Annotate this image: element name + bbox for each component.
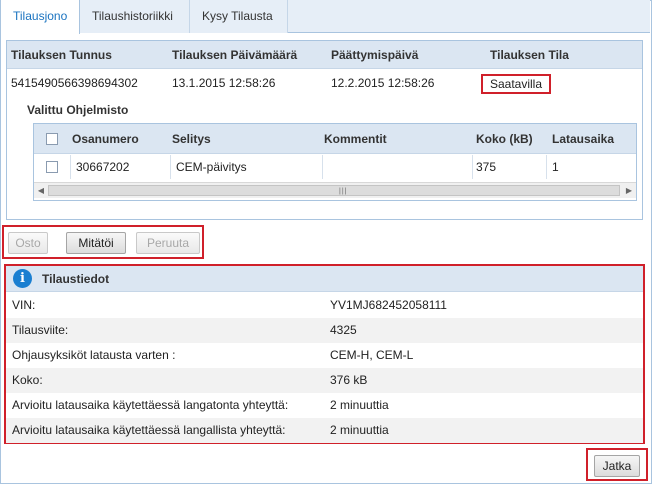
grip-icon: |||	[339, 188, 348, 195]
column-order-status[interactable]: Tilauksen Tila	[490, 41, 569, 69]
order-id-cell: 5415490566398694302	[11, 76, 138, 90]
column-size[interactable]: Koko (kB)	[476, 124, 533, 154]
order-table-header: Tilauksen Tunnus Tilauksen Päivämäärä Pä…	[7, 41, 642, 69]
buy-button[interactable]: Osto	[8, 232, 48, 254]
column-description[interactable]: Selitys	[172, 124, 211, 154]
tab-query-order[interactable]: Kysy Tilausta	[190, 0, 288, 33]
void-button[interactable]: Mitätöi	[66, 232, 126, 254]
scroll-left-icon[interactable]: ◀	[34, 183, 48, 198]
column-order-id[interactable]: Tilauksen Tunnus	[11, 41, 112, 69]
column-order-date[interactable]: Tilauksen Päivämäärä	[172, 41, 297, 69]
tab-bar: Tilausjono Tilaushistoriikki Kysy Tilaus…	[0, 0, 650, 34]
info-value: 2 minuuttia	[330, 423, 389, 437]
info-row-wired-time: Arvioitu latausaika käytettäessä langall…	[6, 418, 643, 443]
info-label: Koko:	[12, 373, 43, 387]
cancel-button[interactable]: Peruuta	[136, 232, 200, 254]
info-value: 376 kB	[330, 373, 368, 387]
part-number-cell: 30667202	[76, 160, 130, 174]
info-value: 4325	[330, 323, 357, 337]
order-info-panel: i Tilaustiedot VIN: YV1MJ682452058111 Ti…	[4, 264, 645, 444]
description-cell: CEM-päivitys	[176, 160, 247, 174]
tab-order-queue[interactable]: Tilausjono	[0, 0, 80, 34]
selected-software-label: Valittu Ohjelmisto	[27, 103, 129, 117]
info-row-control-units: Ohjausyksiköt latausta varten : CEM-H, C…	[6, 343, 643, 368]
software-table-header: Osanumero Selitys Kommentit Koko (kB) La…	[34, 124, 636, 154]
end-date-cell: 12.2.2015 12:58:26	[331, 76, 435, 90]
order-info-title: Tilaustiedot	[42, 272, 110, 286]
order-date-cell: 13.1.2015 12:58:26	[172, 76, 276, 90]
software-table: Osanumero Selitys Kommentit Koko (kB) La…	[33, 123, 637, 201]
info-value: CEM-H, CEM-L	[330, 348, 414, 362]
size-cell: 375	[476, 160, 497, 174]
info-value: 2 minuuttia	[330, 398, 389, 412]
row-checkbox[interactable]	[46, 161, 58, 173]
info-label: Arvioitu latausaika käytettäessä langall…	[12, 423, 286, 437]
info-label: Tilausviite:	[12, 323, 69, 337]
column-comments[interactable]: Kommentit	[324, 124, 387, 154]
scroll-right-icon[interactable]: ▶	[622, 183, 636, 198]
continue-button[interactable]: Jatka	[594, 455, 640, 477]
column-divider	[322, 155, 323, 179]
info-icon: i	[13, 269, 32, 288]
horizontal-scrollbar[interactable]: ◀ ||| ▶	[34, 182, 636, 198]
continue-button-highlight: Jatka	[586, 448, 648, 481]
action-button-group: Osto Mitätöi Peruuta	[2, 225, 204, 259]
tab-order-history[interactable]: Tilaushistoriikki	[80, 0, 190, 33]
info-row-size: Koko: 376 kB	[6, 368, 643, 393]
select-all-checkbox[interactable]	[46, 133, 58, 145]
status-badge: Saatavilla	[481, 74, 551, 94]
column-divider	[70, 155, 71, 179]
column-download-time[interactable]: Latausaika	[552, 124, 614, 154]
column-end-date[interactable]: Päättymispäivä	[331, 41, 418, 69]
download-time-cell: 1	[552, 160, 559, 174]
column-divider	[546, 155, 547, 179]
info-label: VIN:	[12, 298, 36, 312]
info-row-wireless-time: Arvioitu latausaika käytettäessä langato…	[6, 393, 643, 418]
info-label: Ohjausyksiköt latausta varten :	[12, 348, 176, 362]
order-info-header: i Tilaustiedot	[6, 266, 643, 292]
info-row-reference: Tilausviite: 4325	[6, 318, 643, 343]
column-part-number[interactable]: Osanumero	[72, 124, 139, 154]
info-value: YV1MJ682452058111	[330, 298, 447, 312]
column-divider	[472, 155, 473, 179]
column-divider	[170, 155, 171, 179]
scroll-thumb[interactable]: |||	[48, 185, 620, 196]
order-panel: Tilauksen Tunnus Tilauksen Päivämäärä Pä…	[6, 40, 643, 220]
info-row-vin: VIN: YV1MJ682452058111	[6, 293, 643, 318]
info-label: Arvioitu latausaika käytettäessä langato…	[12, 398, 289, 412]
